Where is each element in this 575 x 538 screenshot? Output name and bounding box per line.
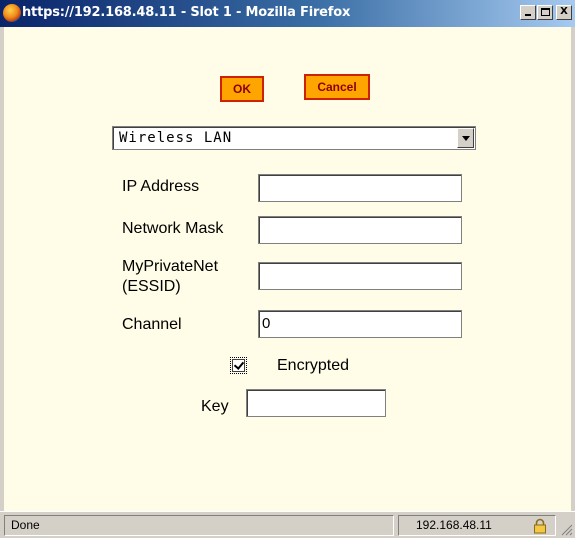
essid-field[interactable] [258,262,462,290]
interface-select-value: Wireless LAN [119,130,233,146]
firefox-icon [3,4,21,22]
cancel-button[interactable]: Cancel [304,74,370,100]
status-host: 192.168.48.11 [416,518,492,532]
padlock-icon[interactable] [532,518,548,534]
channel-label: Channel [122,316,182,333]
encrypted-checkbox[interactable] [230,357,247,374]
essid-label-line1: MyPrivateNet [122,258,219,275]
ip-address-label: IP Address [122,178,200,195]
ip-address-field[interactable] [258,174,462,202]
encrypted-label: Encrypted [277,357,350,374]
status-text: Done [4,515,394,536]
status-host-panel[interactable]: 192.168.48.11 [398,515,556,536]
status-bar: Done 192.168.48.11 [0,511,575,538]
key-label: Key [201,398,229,415]
minimize-icon [525,14,531,16]
network-mask-field[interactable] [258,216,462,244]
ok-button[interactable]: OK [220,76,264,102]
maximize-icon [541,8,550,16]
network-mask-label: Network Mask [122,220,224,237]
essid-label-line2: (ESSID) [122,278,181,295]
channel-field[interactable]: 0 [258,310,462,338]
maximize-button[interactable] [537,5,553,20]
interface-select[interactable]: Wireless LAN [112,126,476,150]
dialog-content: OK Cancel Wireless LAN IP Address Networ… [0,27,575,511]
window-title: https://192.168.48.11 - Slot 1 - Mozilla… [22,5,351,20]
resize-grip-icon[interactable] [561,524,573,536]
key-field[interactable] [246,389,386,417]
chevron-down-icon[interactable] [457,128,474,148]
minimize-button[interactable] [520,5,536,20]
window-titlebar[interactable]: https://192.168.48.11 - Slot 1 - Mozilla… [0,0,575,27]
close-button[interactable]: X [556,5,572,20]
